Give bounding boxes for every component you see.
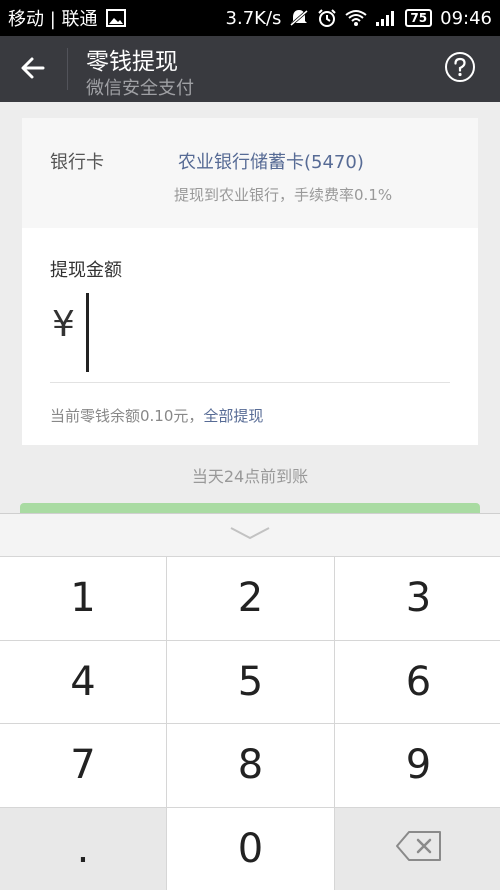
clock: 09:46 [440, 8, 492, 29]
currency-symbol: ¥ [52, 304, 75, 345]
withdraw-all-link[interactable]: 全部提现 [203, 407, 263, 425]
chevron-down-icon [228, 525, 272, 545]
key-8[interactable]: 8 [167, 724, 334, 807]
wifi-icon [345, 9, 367, 27]
key-9[interactable]: 9 [335, 724, 500, 807]
text-cursor [86, 293, 89, 372]
key-7[interactable]: 7 [0, 724, 166, 807]
amount-label: 提现金额 [50, 256, 122, 282]
title-bar: 零钱提现 微信安全支付 [0, 36, 500, 102]
key-4[interactable]: 4 [0, 641, 166, 724]
numeric-keyboard: 1 2 3 4 5 6 7 8 9 . 0 [0, 513, 500, 889]
network-speed: 3.7K/s [226, 8, 282, 29]
bank-card-row[interactable]: 银行卡 农业银行储蓄卡(5470) 提现到农业银行，手续费率0.1% [22, 118, 478, 228]
bank-fee-note: 提现到农业银行，手续费率0.1% [174, 184, 392, 205]
key-2[interactable]: 2 [167, 557, 334, 640]
withdraw-card: 银行卡 农业银行储蓄卡(5470) 提现到农业银行，手续费率0.1% 提现金额 … [22, 118, 478, 445]
balance-text: 当前零钱余额0.10元， [50, 407, 203, 425]
image-icon [106, 9, 126, 27]
amount-input[interactable] [94, 298, 438, 364]
key-1[interactable]: 1 [0, 557, 166, 640]
bank-card-label: 银行卡 [50, 148, 104, 174]
back-button[interactable] [16, 53, 50, 87]
notification-muted-icon [289, 9, 309, 27]
backspace-icon [395, 826, 443, 872]
delete-key[interactable] [335, 808, 500, 890]
key-6[interactable]: 6 [335, 641, 500, 724]
balance-row: 当前零钱余额0.10元，全部提现 [50, 405, 263, 426]
arrival-note: 当天24点前到账 [0, 463, 500, 487]
keyboard-collapse-button[interactable] [0, 514, 500, 556]
page-title: 零钱提现 [86, 42, 178, 76]
bank-card-name[interactable]: 农业银行储蓄卡(5470) [178, 148, 364, 174]
key-5[interactable]: 5 [167, 641, 334, 724]
arrow-left-icon [19, 54, 47, 86]
battery-level: 75 [405, 9, 432, 27]
status-bar: 移动 | 联通 3.7K/s 75 09:46 [0, 0, 500, 36]
alarm-icon [317, 8, 337, 28]
signal-icon [375, 9, 397, 27]
question-circle-icon [444, 51, 476, 87]
carrier-name: 移动 | 联通 [8, 5, 98, 31]
card-divider [50, 382, 450, 383]
key-0[interactable]: 0 [167, 808, 334, 890]
key-3[interactable]: 3 [335, 557, 500, 640]
key-decimal[interactable]: . [0, 808, 166, 890]
keypad-grid: 1 2 3 4 5 6 7 8 9 . 0 [0, 556, 500, 890]
help-button[interactable] [444, 53, 476, 85]
page-subtitle: 微信安全支付 [86, 74, 194, 100]
title-divider [67, 48, 68, 90]
